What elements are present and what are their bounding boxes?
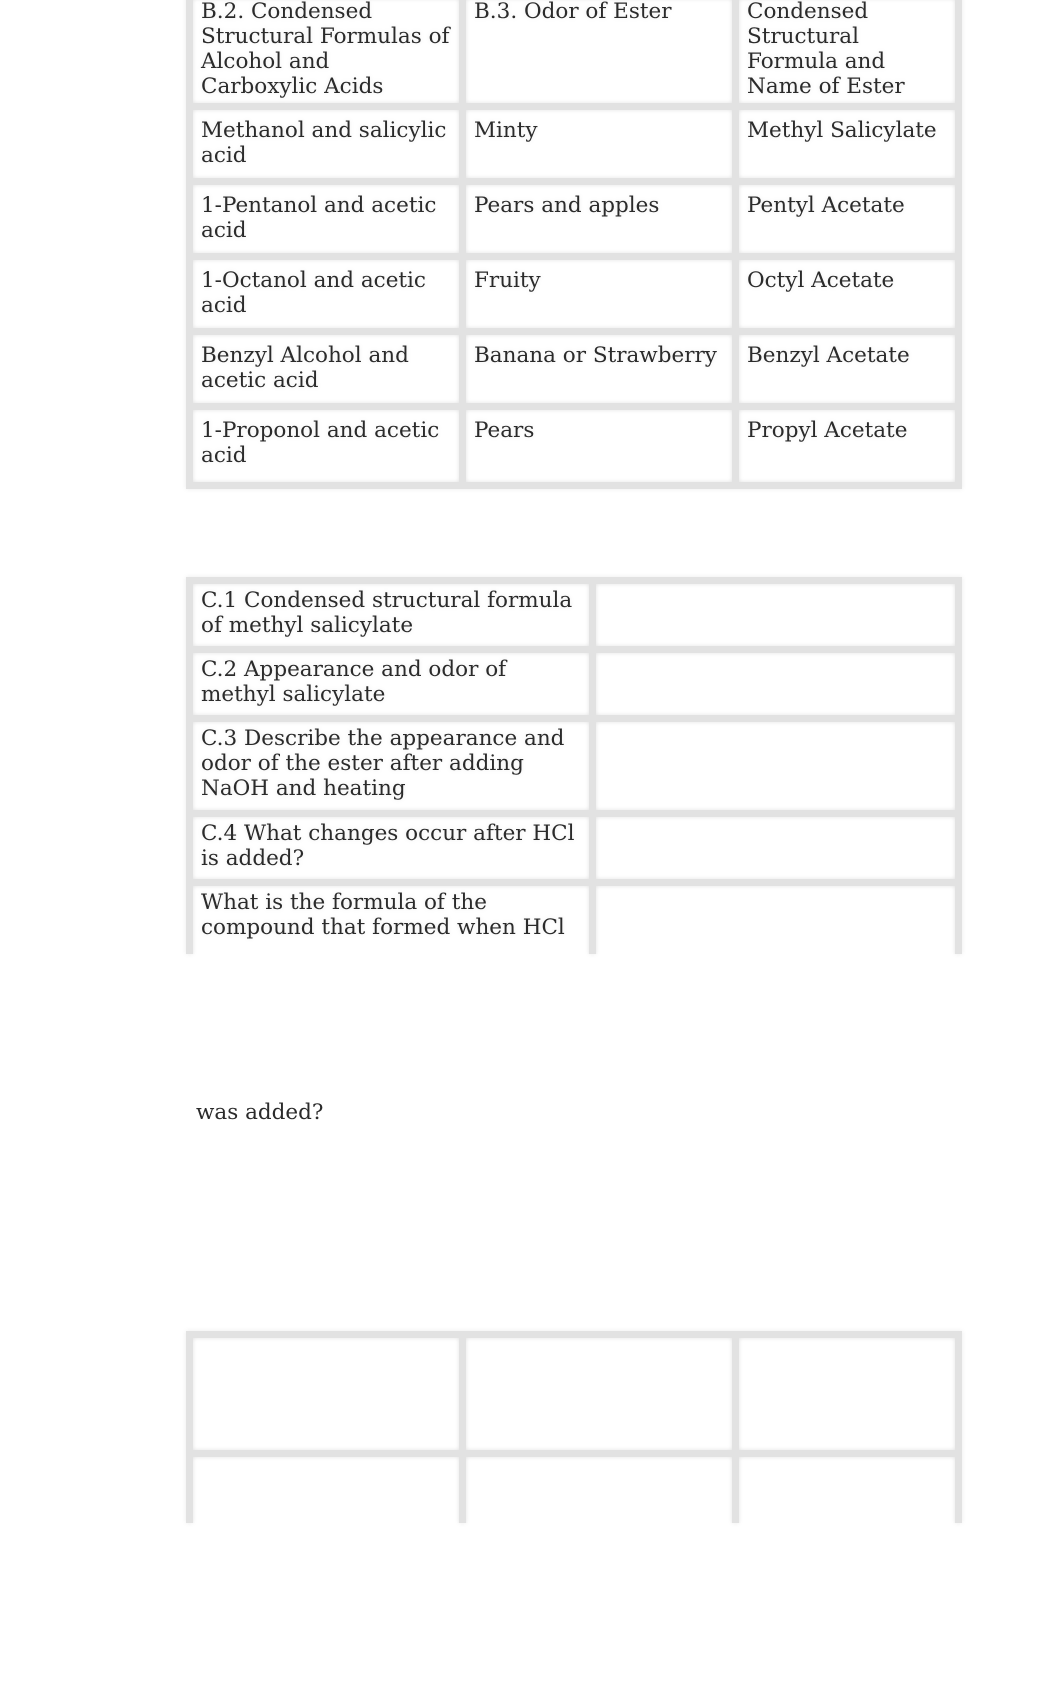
table-row: 1-Pentanol and acetic acid Pears and app… <box>186 178 962 260</box>
table-cell: Benzyl Alcohol and acetic acid <box>186 328 466 410</box>
empty-cell[interactable] <box>732 1450 962 1523</box>
header-cell: B.2. Condensed Structural Formulas of Al… <box>186 0 466 110</box>
table-cell: Benzyl Acetate <box>732 328 962 410</box>
table-cell: 1-Proponol and acetic acid <box>186 403 466 489</box>
empty-cell[interactable] <box>186 1450 466 1523</box>
table-cell: Propyl Acetate <box>732 403 962 489</box>
table-cell: Methanol and salicylic acid <box>186 103 466 185</box>
table-cell: Minty <box>459 103 739 185</box>
methyl-salicylate-table: C.1 Condensed structural formula of meth… <box>186 577 962 954</box>
table-row: Benzyl Alcohol and acetic acid Banana or… <box>186 328 962 410</box>
table-cell: Pentyl Acetate <box>732 178 962 260</box>
header-cell: B.3. Odor of Ester <box>459 0 739 110</box>
table-cell: Methyl Salicylate <box>732 103 962 185</box>
table-row: C.3 Describe the appearance and odor of … <box>186 715 962 817</box>
table-cell: 1-Octanol and acetic acid <box>186 253 466 335</box>
empty-cell[interactable] <box>186 1331 466 1457</box>
table-cell: Pears <box>459 403 739 489</box>
table-row <box>186 1331 962 1457</box>
table-row: C.1 Condensed structural formula of meth… <box>186 577 962 653</box>
table-row: C.2 Appearance and odor of methyl salicy… <box>186 646 962 722</box>
table-cell: Banana or Strawberry <box>459 328 739 410</box>
answer-cell[interactable] <box>589 646 962 722</box>
table-header-row: B.2. Condensed Structural Formulas of Al… <box>186 0 962 110</box>
empty-cell[interactable] <box>459 1331 739 1457</box>
table-row: What is the formula of the compound that… <box>186 879 962 954</box>
empty-cell[interactable] <box>732 1331 962 1457</box>
answer-cell[interactable] <box>589 810 962 886</box>
table-cell: Fruity <box>459 253 739 335</box>
table-row <box>186 1450 962 1523</box>
question-cell: C.3 Describe the appearance and odor of … <box>186 715 596 817</box>
question-cell: C.2 Appearance and odor of methyl salicy… <box>186 646 596 722</box>
empty-cell[interactable] <box>459 1450 739 1523</box>
table-cell: Pears and apples <box>459 178 739 260</box>
question-cell: What is the formula of the compound that… <box>186 879 596 954</box>
empty-table <box>186 1331 962 1523</box>
question-cell: C.4 What changes occur after HCl is adde… <box>186 810 596 886</box>
question-cell: C.1 Condensed structural formula of meth… <box>186 577 596 653</box>
answer-cell[interactable] <box>589 577 962 653</box>
table-cell: Octyl Acetate <box>732 253 962 335</box>
header-cell: Condensed Structural Formula and Name of… <box>732 0 962 110</box>
table-row: 1-Proponol and acetic acid Pears Propyl … <box>186 403 962 489</box>
table-cell: 1-Pentanol and acetic acid <box>186 178 466 260</box>
answer-cell[interactable] <box>589 715 962 817</box>
ester-table: B.2. Condensed Structural Formulas of Al… <box>186 0 962 489</box>
question-continuation: was added? <box>196 1100 324 1125</box>
table-row: C.4 What changes occur after HCl is adde… <box>186 810 962 886</box>
table-row: Methanol and salicylic acid Minty Methyl… <box>186 103 962 185</box>
table-row: 1-Octanol and acetic acid Fruity Octyl A… <box>186 253 962 335</box>
answer-cell[interactable] <box>589 879 962 954</box>
